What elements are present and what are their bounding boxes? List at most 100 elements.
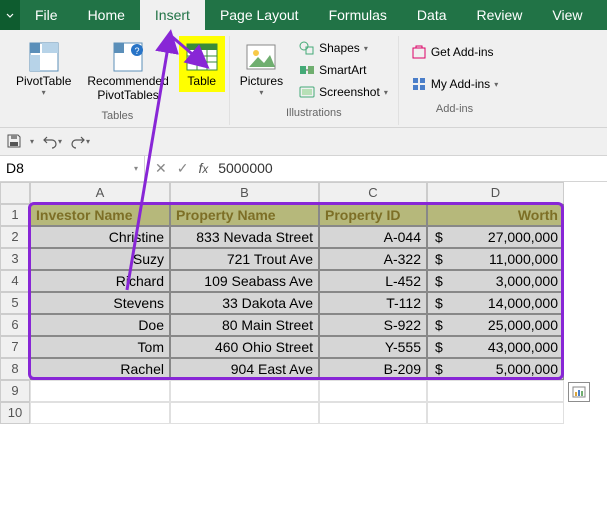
pivottable-button[interactable]: PivotTable ▾ (10, 36, 77, 102)
recommended-pivottables-button[interactable]: ? Recommended PivotTables (81, 36, 174, 107)
ribbon-group-illustrations: Pictures ▾ Shapes▾ SmartArt Screenshot▾ … (230, 36, 399, 125)
formula-input[interactable]: 5000000 (218, 160, 273, 176)
table-cell[interactable]: 109 Seabass Ave (170, 270, 319, 292)
row-header-8[interactable]: 8 (0, 358, 30, 380)
tab-view[interactable]: View (537, 0, 597, 30)
cancel-formula-button[interactable]: ✕ (155, 160, 167, 177)
table-cell[interactable]: L-452 (319, 270, 427, 292)
tab-review[interactable]: Review (462, 0, 538, 30)
row-header-10[interactable]: 10 (0, 402, 30, 424)
select-all-corner[interactable] (0, 182, 30, 204)
table-label: Table (187, 74, 216, 88)
tab-home[interactable]: Home (73, 0, 140, 30)
tab-formulas[interactable]: Formulas (314, 0, 402, 30)
quick-access-toolbar: ▾ ▾ ▾ (0, 128, 607, 156)
tab-file[interactable]: File (20, 0, 73, 30)
shapes-button[interactable]: Shapes▾ (295, 38, 392, 58)
table-header-cell[interactable]: Property Name (170, 204, 319, 226)
row-header-3[interactable]: 3 (0, 248, 30, 270)
table-cell[interactable]: $25,000,000 (427, 314, 564, 336)
undo-icon (42, 133, 58, 149)
my-addins-button[interactable]: My Add-ins▾ (407, 74, 502, 94)
shapes-icon (299, 40, 315, 56)
col-header-D[interactable]: D (427, 182, 564, 204)
table-cell[interactable]: Tom (30, 336, 170, 358)
empty-cell[interactable] (427, 402, 564, 424)
tab-page-layout[interactable]: Page Layout (205, 0, 314, 30)
table-cell[interactable]: 721 Trout Ave (170, 248, 319, 270)
redo-button[interactable]: ▾ (70, 133, 90, 149)
app-menu-icon[interactable] (0, 0, 20, 30)
fx-icon[interactable]: fx (198, 160, 208, 176)
table-cell[interactable]: $11,000,000 (427, 248, 564, 270)
table-cell[interactable]: T-112 (319, 292, 427, 314)
enter-formula-button[interactable]: ✓ (177, 160, 189, 177)
empty-cell[interactable] (319, 380, 427, 402)
table-cell[interactable]: 904 East Ave (170, 358, 319, 380)
screenshot-button[interactable]: Screenshot▾ (295, 82, 392, 102)
pivottable-icon (27, 40, 61, 74)
table-cell[interactable]: Richard (30, 270, 170, 292)
empty-cell[interactable] (319, 402, 427, 424)
save-button[interactable] (6, 133, 22, 149)
pictures-button[interactable]: Pictures ▾ (234, 36, 289, 102)
table-cell[interactable]: $3,000,000 (427, 270, 564, 292)
row-header-9[interactable]: 9 (0, 380, 30, 402)
table-cell[interactable]: Suzy (30, 248, 170, 270)
row-header-4[interactable]: 4 (0, 270, 30, 292)
empty-cell[interactable] (170, 380, 319, 402)
row-header-6[interactable]: 6 (0, 314, 30, 336)
group-label-illustrations: Illustrations (286, 104, 342, 122)
svg-text:?: ? (135, 46, 140, 56)
tab-data[interactable]: Data (402, 0, 462, 30)
table-button[interactable]: Table (179, 36, 225, 92)
table-cell[interactable]: S-922 (319, 314, 427, 336)
table-cell[interactable]: A-044 (319, 226, 427, 248)
tab-insert[interactable]: Insert (140, 0, 205, 30)
row-header-1[interactable]: 1 (0, 204, 30, 226)
ribbon-group-addins: Get Add-ins My Add-ins▾ Add-ins (399, 36, 510, 125)
col-header-C[interactable]: C (319, 182, 427, 204)
recommended-pivottables-label: Recommended PivotTables (87, 74, 168, 103)
table-cell[interactable]: Y-555 (319, 336, 427, 358)
save-icon (6, 133, 22, 149)
table-header-cell[interactable]: Investor Name (30, 204, 170, 226)
table-cell[interactable]: Doe (30, 314, 170, 336)
row-header-2[interactable]: 2 (0, 226, 30, 248)
undo-button[interactable]: ▾ (42, 133, 62, 149)
table-header-cell[interactable]: Worth (427, 204, 564, 226)
qat-dropdown[interactable]: ▾ (30, 137, 34, 146)
quick-analysis-button[interactable] (568, 382, 590, 402)
table-cell[interactable]: 33 Dakota Ave (170, 292, 319, 314)
empty-cell[interactable] (427, 380, 564, 402)
worksheet[interactable]: ABCD 1Investor NameProperty NameProperty … (0, 182, 607, 424)
table-cell[interactable]: $43,000,000 (427, 336, 564, 358)
table-cell[interactable]: $5,000,000 (427, 358, 564, 380)
table-cell[interactable]: 460 Ohio Street (170, 336, 319, 358)
group-label-addins: Add-ins (436, 100, 473, 118)
col-header-A[interactable]: A (30, 182, 170, 204)
table-cell[interactable]: Christine (30, 226, 170, 248)
table-cell[interactable]: $27,000,000 (427, 226, 564, 248)
row-header-5[interactable]: 5 (0, 292, 30, 314)
table-cell[interactable]: Stevens (30, 292, 170, 314)
store-icon (411, 44, 427, 60)
table-cell[interactable]: $14,000,000 (427, 292, 564, 314)
addins-icon (411, 76, 427, 92)
smartart-button[interactable]: SmartArt (295, 60, 392, 80)
empty-cell[interactable] (170, 402, 319, 424)
col-header-B[interactable]: B (170, 182, 319, 204)
empty-cell[interactable] (30, 380, 170, 402)
table-header-cell[interactable]: Property ID (319, 204, 427, 226)
name-box[interactable]: D8 ▾ (0, 156, 145, 181)
row-header-7[interactable]: 7 (0, 336, 30, 358)
empty-cell[interactable] (30, 402, 170, 424)
table-cell[interactable]: Rachel (30, 358, 170, 380)
chevron-down-icon: ▾ (42, 88, 46, 98)
get-addins-button[interactable]: Get Add-ins (407, 42, 502, 62)
menubar: File Home Insert Page Layout Formulas Da… (0, 0, 607, 30)
table-cell[interactable]: A-322 (319, 248, 427, 270)
table-cell[interactable]: 80 Main Street (170, 314, 319, 336)
table-cell[interactable]: B-209 (319, 358, 427, 380)
table-cell[interactable]: 833 Nevada Street (170, 226, 319, 248)
